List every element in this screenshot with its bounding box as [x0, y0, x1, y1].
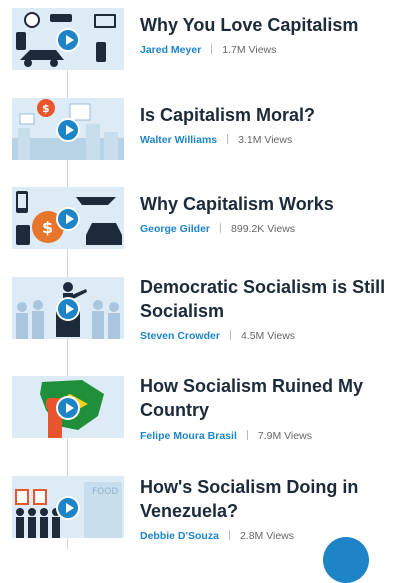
meta-separator [228, 530, 230, 540]
play-icon[interactable] [56, 396, 80, 420]
video-title[interactable]: Is Capitalism Moral? [140, 103, 398, 127]
video-author[interactable]: Felipe Moura Brasil [140, 430, 237, 442]
video-author[interactable]: Debbie D'Souza [140, 530, 219, 542]
video-meta: George Gilder 899.2K Views [140, 222, 295, 236]
video-author[interactable]: Steven Crowder [140, 330, 220, 342]
video-author[interactable]: George Gilder [140, 223, 210, 235]
video-meta: Steven Crowder 4.5M Views [140, 329, 295, 343]
view-count: 899.2K Views [231, 223, 296, 235]
video-thumbnail[interactable]: $ [12, 187, 124, 249]
video-item[interactable]: Democratic Socialism is Still Socialism … [0, 275, 405, 343]
video-author[interactable]: Jared Meyer [140, 44, 201, 56]
view-count: 3.1M Views [238, 134, 293, 146]
view-count: 2.8M Views [239, 530, 295, 542]
video-meta: Jared Meyer 1.7M Views [140, 43, 276, 57]
video-item[interactable]: How Socialism Ruined My Country Felipe M… [0, 374, 405, 443]
video-item[interactable]: FOOD How's Socialism Doing in Venezuela?… [0, 475, 405, 543]
video-meta: Debbie D'Souza 2.8M Views [140, 529, 294, 543]
svg-text:$: $ [42, 218, 53, 237]
view-count: 1.7M Views [222, 44, 277, 56]
video-thumbnail[interactable] [12, 8, 124, 70]
play-icon[interactable] [56, 297, 80, 321]
video-item[interactable]: Why You Love Capitalism Jared Meyer 1.7M … [0, 8, 405, 72]
food-sign-text: FOOD [92, 487, 118, 497]
video-title[interactable]: Why Capitalism Works [140, 192, 398, 216]
video-item[interactable]: $ Why Capitalism Works George Gilder 899.… [0, 187, 405, 251]
view-count: 4.5M Views [240, 330, 296, 342]
video-title[interactable]: Democratic Socialism is Still Socialism [140, 275, 398, 323]
play-icon[interactable] [56, 207, 80, 231]
floating-action-button[interactable] [323, 537, 369, 583]
meta-separator [229, 330, 231, 340]
meta-separator [227, 134, 229, 144]
video-meta: Felipe Moura Brasil 7.9M Views [140, 429, 312, 443]
play-icon[interactable] [56, 118, 80, 142]
video-thumbnail[interactable]: $ [12, 98, 124, 160]
video-author[interactable]: Walter Williams [140, 134, 217, 146]
play-icon[interactable] [56, 28, 80, 52]
svg-text:$: $ [42, 102, 50, 115]
play-icon[interactable] [56, 496, 80, 520]
video-thumbnail[interactable]: FOOD [12, 476, 124, 538]
video-thumbnail[interactable] [12, 376, 124, 438]
video-title[interactable]: Why You Love Capitalism [140, 13, 398, 37]
meta-separator [246, 430, 248, 440]
view-count: 7.9M Views [257, 430, 312, 442]
video-title[interactable]: How Socialism Ruined My Country [140, 374, 398, 422]
meta-separator [220, 223, 222, 233]
video-title[interactable]: How's Socialism Doing in Venezuela? [140, 475, 398, 523]
video-thumbnail[interactable] [12, 277, 124, 339]
meta-separator [211, 44, 213, 54]
video-meta: Walter Williams 3.1M Views [140, 133, 292, 147]
video-item[interactable]: $ Is Capitalism Moral? Walter Williams 3.… [0, 98, 405, 162]
